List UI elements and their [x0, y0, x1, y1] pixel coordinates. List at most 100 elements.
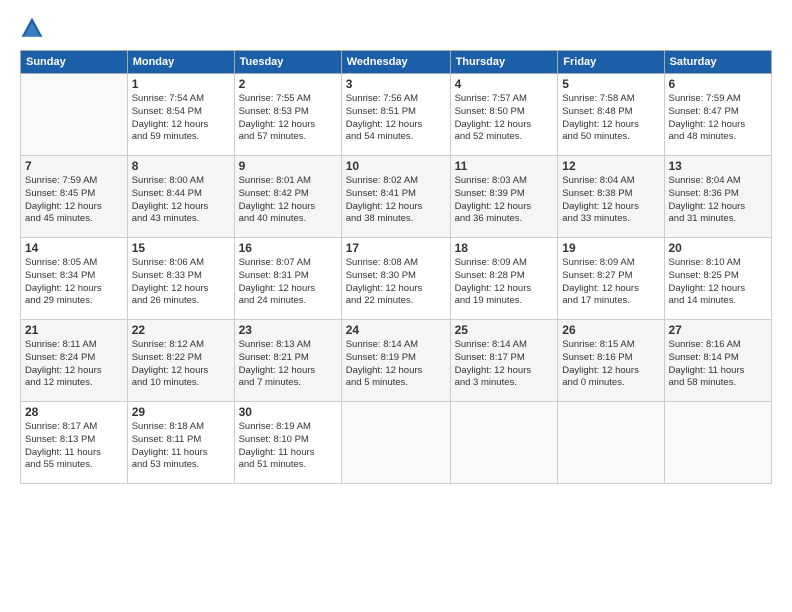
calendar-cell: 30 Sunrise: 8:19 AM Sunset: 8:10 PM Dayli…	[234, 402, 341, 484]
day-number: 14	[25, 241, 123, 255]
calendar-cell: 5Sunrise: 7:58 AM Sunset: 8:48 PM Daylig…	[558, 74, 664, 156]
calendar-cell: 19 Sunrise: 8:09 AM Sunset: 8:27 PM Dayli…	[558, 238, 664, 320]
calendar-cell: 18 Sunrise: 8:09 AM Sunset: 8:28 PM Dayli…	[450, 238, 558, 320]
calendar-week-row: 1 Sunrise: 7:54 AM Sunset: 8:54 PM Daylig…	[21, 74, 772, 156]
day-number: 9	[239, 159, 337, 173]
day-number: 11	[455, 159, 554, 173]
calendar-cell	[21, 74, 128, 156]
day-info: Sunrise: 8:08 AM Sunset: 8:30 PM Dayligh…	[346, 257, 446, 308]
day-info: Sunrise: 8:09 AM Sunset: 8:27 PM Dayligh…	[562, 257, 659, 308]
weekday-header: Friday	[558, 51, 664, 74]
day-info: Sunrise: 8:00 AM Sunset: 8:44 PM Dayligh…	[132, 175, 230, 226]
day-info: Sunrise: 8:07 AM Sunset: 8:31 PM Dayligh…	[239, 257, 337, 308]
weekday-header: Sunday	[21, 51, 128, 74]
day-number: 10	[346, 159, 446, 173]
day-info: Sunrise: 8:14 AM Sunset: 8:17 PM Dayligh…	[455, 339, 554, 390]
day-number: 16	[239, 241, 337, 255]
day-info: Sunrise: 7:54 AM Sunset: 8:54 PM Dayligh…	[132, 93, 230, 144]
day-info: Sunrise: 8:09 AM Sunset: 8:28 PM Dayligh…	[455, 257, 554, 308]
calendar-cell: 8Sunrise: 8:00 AM Sunset: 8:44 PM Daylig…	[127, 156, 234, 238]
day-number: 22	[132, 323, 230, 337]
calendar-cell: 17Sunrise: 8:08 AM Sunset: 8:30 PM Dayli…	[341, 238, 450, 320]
day-info: Sunrise: 8:15 AM Sunset: 8:16 PM Dayligh…	[562, 339, 659, 390]
day-number: 15	[132, 241, 230, 255]
day-info: Sunrise: 8:19 AM Sunset: 8:10 PM Dayligh…	[239, 421, 337, 472]
day-info: Sunrise: 8:18 AM Sunset: 8:11 PM Dayligh…	[132, 421, 230, 472]
day-info: Sunrise: 8:10 AM Sunset: 8:25 PM Dayligh…	[669, 257, 768, 308]
calendar-week-row: 7 Sunrise: 7:59 AM Sunset: 8:45 PM Daylig…	[21, 156, 772, 238]
calendar-cell: 6 Sunrise: 7:59 AM Sunset: 8:47 PM Daylig…	[664, 74, 772, 156]
weekday-header: Saturday	[664, 51, 772, 74]
calendar-cell: 20 Sunrise: 8:10 AM Sunset: 8:25 PM Dayli…	[664, 238, 772, 320]
day-number: 12	[562, 159, 659, 173]
day-info: Sunrise: 7:59 AM Sunset: 8:47 PM Dayligh…	[669, 93, 768, 144]
calendar-cell: 16 Sunrise: 8:07 AM Sunset: 8:31 PM Dayli…	[234, 238, 341, 320]
day-number: 18	[455, 241, 554, 255]
calendar-cell: 23 Sunrise: 8:13 AM Sunset: 8:21 PM Dayli…	[234, 320, 341, 402]
day-info: Sunrise: 8:05 AM Sunset: 8:34 PM Dayligh…	[25, 257, 123, 308]
calendar-cell: 24Sunrise: 8:14 AM Sunset: 8:19 PM Dayli…	[341, 320, 450, 402]
weekday-header: Tuesday	[234, 51, 341, 74]
day-number: 29	[132, 405, 230, 419]
day-number: 7	[25, 159, 123, 173]
calendar-header-row: SundayMondayTuesdayWednesdayThursdayFrid…	[21, 51, 772, 74]
day-number: 21	[25, 323, 123, 337]
calendar-cell	[558, 402, 664, 484]
day-number: 23	[239, 323, 337, 337]
day-info: Sunrise: 7:56 AM Sunset: 8:51 PM Dayligh…	[346, 93, 446, 144]
day-info: Sunrise: 8:03 AM Sunset: 8:39 PM Dayligh…	[455, 175, 554, 226]
calendar-cell: 15 Sunrise: 8:06 AM Sunset: 8:33 PM Dayli…	[127, 238, 234, 320]
calendar-cell: 9Sunrise: 8:01 AM Sunset: 8:42 PM Daylig…	[234, 156, 341, 238]
calendar-cell: 1 Sunrise: 7:54 AM Sunset: 8:54 PM Daylig…	[127, 74, 234, 156]
day-number: 28	[25, 405, 123, 419]
calendar-cell: 21 Sunrise: 8:11 AM Sunset: 8:24 PM Dayli…	[21, 320, 128, 402]
calendar-cell: 3 Sunrise: 7:56 AM Sunset: 8:51 PM Daylig…	[341, 74, 450, 156]
calendar-cell: 26Sunrise: 8:15 AM Sunset: 8:16 PM Dayli…	[558, 320, 664, 402]
day-info: Sunrise: 8:04 AM Sunset: 8:36 PM Dayligh…	[669, 175, 768, 226]
calendar-week-row: 21 Sunrise: 8:11 AM Sunset: 8:24 PM Dayli…	[21, 320, 772, 402]
day-info: Sunrise: 8:12 AM Sunset: 8:22 PM Dayligh…	[132, 339, 230, 390]
calendar-cell: 25 Sunrise: 8:14 AM Sunset: 8:17 PM Dayli…	[450, 320, 558, 402]
calendar-cell: 28 Sunrise: 8:17 AM Sunset: 8:13 PM Dayli…	[21, 402, 128, 484]
day-info: Sunrise: 8:11 AM Sunset: 8:24 PM Dayligh…	[25, 339, 123, 390]
day-info: Sunrise: 7:55 AM Sunset: 8:53 PM Dayligh…	[239, 93, 337, 144]
day-info: Sunrise: 8:17 AM Sunset: 8:13 PM Dayligh…	[25, 421, 123, 472]
calendar-week-row: 14 Sunrise: 8:05 AM Sunset: 8:34 PM Dayli…	[21, 238, 772, 320]
day-info: Sunrise: 8:13 AM Sunset: 8:21 PM Dayligh…	[239, 339, 337, 390]
day-info: Sunrise: 7:59 AM Sunset: 8:45 PM Dayligh…	[25, 175, 123, 226]
page: SundayMondayTuesdayWednesdayThursdayFrid…	[0, 0, 792, 612]
calendar-cell: 11 Sunrise: 8:03 AM Sunset: 8:39 PM Dayli…	[450, 156, 558, 238]
day-number: 3	[346, 77, 446, 91]
day-number: 6	[669, 77, 768, 91]
day-number: 30	[239, 405, 337, 419]
day-number: 2	[239, 77, 337, 91]
day-info: Sunrise: 8:16 AM Sunset: 8:14 PM Dayligh…	[669, 339, 768, 390]
calendar-cell: 2 Sunrise: 7:55 AM Sunset: 8:53 PM Daylig…	[234, 74, 341, 156]
day-info: Sunrise: 8:04 AM Sunset: 8:38 PM Dayligh…	[562, 175, 659, 226]
calendar-cell: 4Sunrise: 7:57 AM Sunset: 8:50 PM Daylig…	[450, 74, 558, 156]
day-number: 27	[669, 323, 768, 337]
day-info: Sunrise: 8:06 AM Sunset: 8:33 PM Dayligh…	[132, 257, 230, 308]
day-info: Sunrise: 8:14 AM Sunset: 8:19 PM Dayligh…	[346, 339, 446, 390]
weekday-header: Thursday	[450, 51, 558, 74]
day-info: Sunrise: 7:58 AM Sunset: 8:48 PM Dayligh…	[562, 93, 659, 144]
calendar: SundayMondayTuesdayWednesdayThursdayFrid…	[20, 50, 772, 484]
calendar-cell: 13 Sunrise: 8:04 AM Sunset: 8:36 PM Dayli…	[664, 156, 772, 238]
logo-icon	[20, 16, 44, 40]
calendar-cell: 27 Sunrise: 8:16 AM Sunset: 8:14 PM Dayli…	[664, 320, 772, 402]
calendar-cell: 10Sunrise: 8:02 AM Sunset: 8:41 PM Dayli…	[341, 156, 450, 238]
logo	[20, 16, 50, 40]
calendar-cell: 7 Sunrise: 7:59 AM Sunset: 8:45 PM Daylig…	[21, 156, 128, 238]
calendar-cell: 22 Sunrise: 8:12 AM Sunset: 8:22 PM Dayli…	[127, 320, 234, 402]
day-number: 25	[455, 323, 554, 337]
day-number: 13	[669, 159, 768, 173]
day-number: 1	[132, 77, 230, 91]
calendar-cell	[664, 402, 772, 484]
day-number: 20	[669, 241, 768, 255]
calendar-week-row: 28 Sunrise: 8:17 AM Sunset: 8:13 PM Dayli…	[21, 402, 772, 484]
day-number: 19	[562, 241, 659, 255]
calendar-cell	[450, 402, 558, 484]
weekday-header: Monday	[127, 51, 234, 74]
calendar-cell: 29 Sunrise: 8:18 AM Sunset: 8:11 PM Dayli…	[127, 402, 234, 484]
day-info: Sunrise: 7:57 AM Sunset: 8:50 PM Dayligh…	[455, 93, 554, 144]
